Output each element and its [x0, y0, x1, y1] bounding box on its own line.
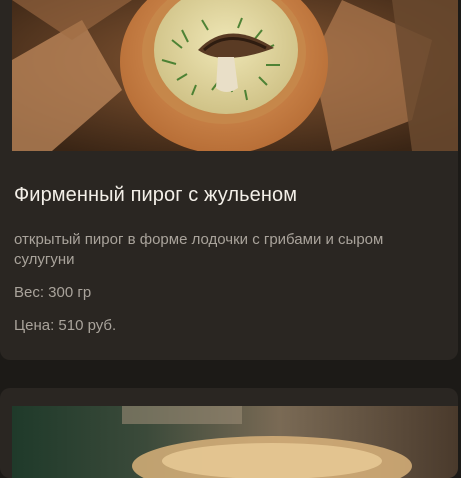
card-description: открытый пирог в форме лодочки с грибами… — [14, 231, 384, 268]
pie-photo-2 — [12, 406, 458, 478]
menu-card[interactable] — [0, 388, 458, 478]
card-title: Фирменный пирог с жульеном — [14, 184, 298, 206]
menu-card[interactable]: Фирменный пирог с жульеном открытый пиро… — [0, 0, 458, 360]
pie-photo — [12, 0, 458, 151]
card-weight: Вес: 300 гр — [14, 284, 92, 301]
card-price: Цена: 510 руб. — [14, 317, 117, 334]
